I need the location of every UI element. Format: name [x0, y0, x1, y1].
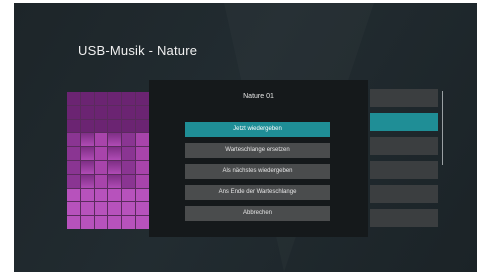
- album-art-tile: [108, 147, 122, 160]
- album-art-tile: [122, 119, 136, 133]
- page-title: USB-Musik - Nature: [78, 43, 198, 58]
- album-art-tile: [122, 202, 136, 216]
- album-art-tile: [122, 92, 136, 105]
- add-to-queue-end-button[interactable]: Ans Ende der Warteschlange: [185, 185, 330, 200]
- album-art-tile: [80, 216, 94, 229]
- album-art-tile: [94, 147, 108, 160]
- album-art-tile: [136, 105, 149, 119]
- album-art-tile: [80, 105, 94, 119]
- cancel-button[interactable]: Abbrechen: [185, 206, 330, 221]
- context-menu-dialog: Nature 01 Jetzt wiedergeben Warteschlang…: [149, 80, 368, 237]
- track-list-item-selected[interactable]: [370, 113, 438, 131]
- album-art-tile: [67, 133, 80, 147]
- album-art-tile: [136, 92, 149, 105]
- album-art-tile: [80, 147, 94, 160]
- album-art-tile: [122, 161, 136, 174]
- track-list-item[interactable]: [370, 161, 438, 179]
- album-art-tile: [136, 161, 149, 174]
- track-list-item[interactable]: [370, 137, 438, 155]
- album-art-tile: [94, 216, 108, 229]
- dialog-title: Nature 01: [243, 93, 274, 100]
- album-art-tile: [80, 161, 94, 174]
- replace-queue-button[interactable]: Warteschlange ersetzen: [185, 143, 330, 158]
- album-art-tile: [122, 188, 136, 202]
- album-art-tile: [94, 202, 108, 216]
- track-list-item[interactable]: [370, 89, 438, 107]
- album-art-tile: [136, 119, 149, 133]
- album-art-tile: [122, 174, 136, 188]
- album-art-tile: [108, 202, 122, 216]
- album-art-tile: [94, 161, 108, 174]
- album-art-tile: [80, 202, 94, 216]
- album-art-tile: [80, 92, 94, 105]
- album-art-tile: [67, 174, 80, 188]
- album-art-tile: [108, 92, 122, 105]
- album-art-tile: [108, 133, 122, 147]
- album-art-tile: [122, 216, 136, 229]
- album-art-tile: [108, 188, 122, 202]
- album-art-tile: [122, 147, 136, 160]
- album-art-tile: [67, 147, 80, 160]
- album-art-tile: [94, 105, 108, 119]
- album-art-tile: [136, 133, 149, 147]
- album-art-tile: [67, 119, 80, 133]
- album-art-tile: [136, 202, 149, 216]
- album-art-tile: [108, 161, 122, 174]
- album-art-tile: [80, 174, 94, 188]
- album-art-tile: [94, 174, 108, 188]
- album-art-tile: [67, 161, 80, 174]
- play-next-button[interactable]: Als nächstes wiedergeben: [185, 164, 330, 179]
- album-art-tile: [136, 188, 149, 202]
- track-list-item[interactable]: [370, 185, 438, 203]
- album-art-tile: [136, 147, 149, 160]
- album-art-tile: [67, 216, 80, 229]
- album-art-tile: [136, 174, 149, 188]
- album-art-tile: [108, 119, 122, 133]
- album-art-tile: [80, 133, 94, 147]
- album-art-tile: [67, 202, 80, 216]
- album-art-tile: [94, 188, 108, 202]
- album-art: [67, 92, 149, 229]
- album-art-tile: [122, 133, 136, 147]
- track-list-item[interactable]: [370, 209, 438, 227]
- album-art-tile: [136, 216, 149, 229]
- album-art-tile: [67, 105, 80, 119]
- album-art-tile: [108, 105, 122, 119]
- scrollbar[interactable]: [442, 91, 443, 165]
- album-art-tile: [94, 133, 108, 147]
- album-art-tile: [80, 119, 94, 133]
- album-art-tile: [94, 119, 108, 133]
- album-art-tile: [67, 188, 80, 202]
- tv-screen: USB-Musik - Nature Nature 01 Jetzt wiede…: [14, 3, 477, 272]
- album-art-tile: [108, 174, 122, 188]
- album-art-tile: [80, 188, 94, 202]
- album-art-tile: [67, 92, 80, 105]
- album-art-tile: [94, 92, 108, 105]
- play-now-button[interactable]: Jetzt wiedergeben: [185, 122, 330, 137]
- album-art-tile: [108, 216, 122, 229]
- album-art-tile: [122, 105, 136, 119]
